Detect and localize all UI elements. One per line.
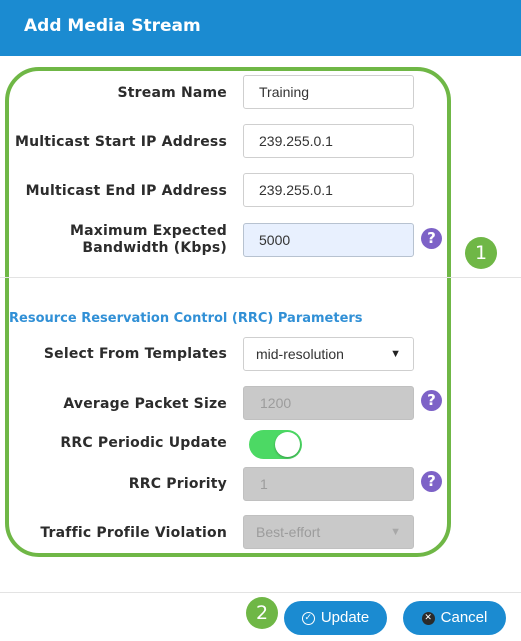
close-circle-icon: ✕ xyxy=(421,611,435,625)
bandwidth-label: Maximum Expected Bandwidth (Kbps) xyxy=(70,223,227,257)
dialog-header: Add Media Stream xyxy=(0,0,521,56)
violation-label: Traffic Profile Violation xyxy=(40,525,227,541)
bandwidth-input[interactable]: 5000 xyxy=(243,223,414,257)
question-circle-icon[interactable]: ? xyxy=(421,390,442,411)
start-ip-label: Multicast Start IP Address xyxy=(14,134,227,150)
violation-value: Best-effort xyxy=(256,524,321,540)
priority-label: RRC Priority xyxy=(128,476,227,492)
end-ip-label: Multicast End IP Address xyxy=(25,183,227,199)
template-select[interactable]: mid-resolution ▼ xyxy=(243,337,414,371)
section-divider xyxy=(0,277,521,278)
callout-badge-2: 2 xyxy=(246,597,278,629)
priority-input: 1 xyxy=(243,467,414,501)
cancel-button-label: Cancel xyxy=(440,609,488,626)
violation-select: Best-effort ▼ xyxy=(243,515,414,549)
bandwidth-label-line2: Bandwidth (Kbps) xyxy=(82,240,227,256)
start-ip-input[interactable]: 239.255.0.1 xyxy=(243,124,414,158)
template-label: Select From Templates xyxy=(43,346,227,362)
periodic-update-toggle[interactable] xyxy=(249,430,302,459)
dialog-title: Add Media Stream xyxy=(24,16,201,36)
question-circle-icon[interactable]: ? xyxy=(421,228,442,249)
packet-size-input: 1200 xyxy=(243,386,414,420)
footer-divider xyxy=(0,592,521,593)
toggle-knob xyxy=(275,432,300,457)
stream-name-input[interactable]: Training xyxy=(243,75,414,109)
caret-down-icon: ▼ xyxy=(390,526,401,538)
caret-down-icon: ▼ xyxy=(390,348,401,360)
periodic-update-label: RRC Periodic Update xyxy=(60,435,227,451)
stream-name-label: Stream Name xyxy=(117,85,227,101)
question-circle-icon[interactable]: ? xyxy=(421,471,442,492)
rrc-section-title: Resource Reservation Control (RRC) Param… xyxy=(9,311,363,326)
template-value: mid-resolution xyxy=(256,346,344,362)
end-ip-input[interactable]: 239.255.0.1 xyxy=(243,173,414,207)
update-button-label: Update xyxy=(320,609,370,626)
bandwidth-label-line1: Maximum Expected xyxy=(69,223,227,239)
check-circle-icon: ✓ xyxy=(301,611,315,625)
callout-badge-1: 1 xyxy=(465,237,497,269)
cancel-button[interactable]: ✕ Cancel xyxy=(403,601,506,635)
packet-size-label: Average Packet Size xyxy=(63,396,227,412)
update-button[interactable]: ✓ Update xyxy=(284,601,387,635)
